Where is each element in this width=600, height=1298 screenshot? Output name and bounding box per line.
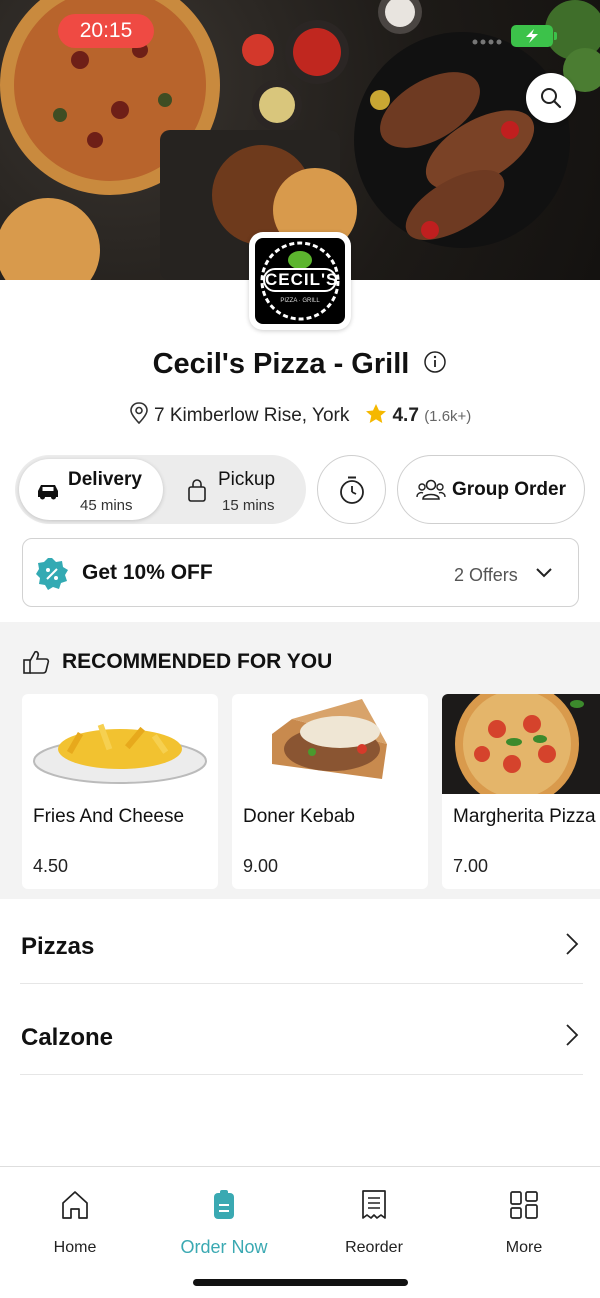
tab-reorder[interactable]: Reorder: [314, 1185, 434, 1257]
star-icon: [366, 404, 387, 423]
restaurant-title: Cecil's Pizza - Grill: [0, 348, 600, 382]
logo-text: CECIL'S: [263, 268, 337, 292]
shopping-bag-icon: [188, 479, 206, 502]
item-price: 7.00: [453, 856, 489, 876]
tab-label: More: [505, 1239, 543, 1256]
home-indicator[interactable]: [193, 1279, 408, 1286]
order-mode-toggle: Delivery 45 mins Pickup 15 mins: [15, 455, 306, 524]
logo-subtext: PIZZA · GRILL: [280, 298, 320, 304]
offer-count: 2 Offers: [454, 565, 518, 585]
category-label: Calzone: [21, 1024, 114, 1051]
home-icon: [62, 1191, 88, 1219]
restaurant-name: Cecil's Pizza - Grill: [152, 348, 410, 380]
tab-home[interactable]: Home: [15, 1185, 135, 1257]
receipt-icon: [362, 1190, 386, 1219]
chevron-right-icon: [566, 933, 579, 955]
recommended-item[interactable]: Doner Kebab 9.00: [232, 694, 428, 889]
info-icon[interactable]: [423, 349, 447, 382]
restaurant-rating: 4.7: [392, 405, 419, 426]
tab-order-now[interactable]: Order Now: [164, 1185, 284, 1258]
recommended-section: RECOMMENDED FOR YOU Fries And Cheese 4.5…: [0, 622, 600, 899]
doner-kebab-image: [272, 699, 387, 779]
location-pin-icon: [129, 402, 148, 425]
restaurant-address: 7 Kimberlow Rise, York: [153, 405, 350, 426]
group-icon: [416, 479, 446, 500]
category-row-pizzas[interactable]: Pizzas: [20, 900, 583, 984]
offer-title: Get 10% OFF: [82, 561, 213, 584]
chevron-down-icon: [536, 568, 552, 578]
tab-more[interactable]: More: [464, 1185, 584, 1257]
tab-label: Home: [53, 1239, 97, 1256]
signal-icon: [472, 39, 502, 45]
tab-label: Reorder: [345, 1239, 403, 1256]
rating-count: (1.6k+): [424, 408, 472, 425]
fries-image: [33, 723, 207, 784]
restaurant-logo: CECIL'S PIZZA · GRILL: [249, 232, 351, 330]
order-icon: [214, 1190, 234, 1219]
chevron-right-icon: [566, 1024, 579, 1046]
grid-icon: [510, 1191, 538, 1219]
recommended-title: RECOMMENDED FOR YOU: [62, 650, 333, 673]
recommended-item[interactable]: Fries And Cheese 4.50: [22, 694, 218, 889]
car-icon: [38, 485, 58, 500]
search-icon: [541, 88, 562, 109]
item-name: Margherita Pizza: [453, 806, 596, 827]
item-name: Doner Kebab: [243, 806, 355, 827]
search-button[interactable]: [526, 73, 576, 123]
address-row: 7 Kimberlow Rise, York 4.7 (1.6k+): [0, 401, 600, 427]
pickup-label: Pickup: [218, 469, 276, 490]
category-row-calzone[interactable]: Calzone: [20, 991, 583, 1075]
category-label: Pizzas: [21, 933, 95, 960]
item-price: 9.00: [243, 856, 279, 876]
status-time: 20:15: [58, 14, 154, 48]
delivery-label: Delivery: [68, 469, 142, 490]
thumbs-up-icon: [23, 650, 50, 674]
offer-banner[interactable]: Get 10% OFF 2 Offers: [22, 538, 579, 607]
recommended-header: RECOMMENDED FOR YOU: [22, 649, 332, 675]
group-order-button[interactable]: Group Order: [397, 455, 585, 524]
tab-label: Order Now: [180, 1237, 268, 1257]
pickup-option[interactable]: Pickup 15 mins: [167, 459, 302, 520]
recommended-item[interactable]: Margherita Pizza 7.00: [442, 694, 600, 889]
delivery-option[interactable]: Delivery 45 mins: [19, 459, 163, 520]
discount-badge-icon: [36, 558, 68, 590]
delivery-time: 45 mins: [80, 497, 133, 514]
schedule-button[interactable]: [317, 455, 386, 524]
group-order-label: Group Order: [451, 478, 566, 500]
item-price: 4.50: [33, 856, 69, 876]
pickup-time: 15 mins: [222, 497, 275, 514]
item-name: Fries And Cheese: [33, 806, 185, 827]
margherita-pizza-image: [442, 694, 600, 794]
battery-icon: [511, 25, 557, 47]
stopwatch-icon: [339, 476, 364, 504]
